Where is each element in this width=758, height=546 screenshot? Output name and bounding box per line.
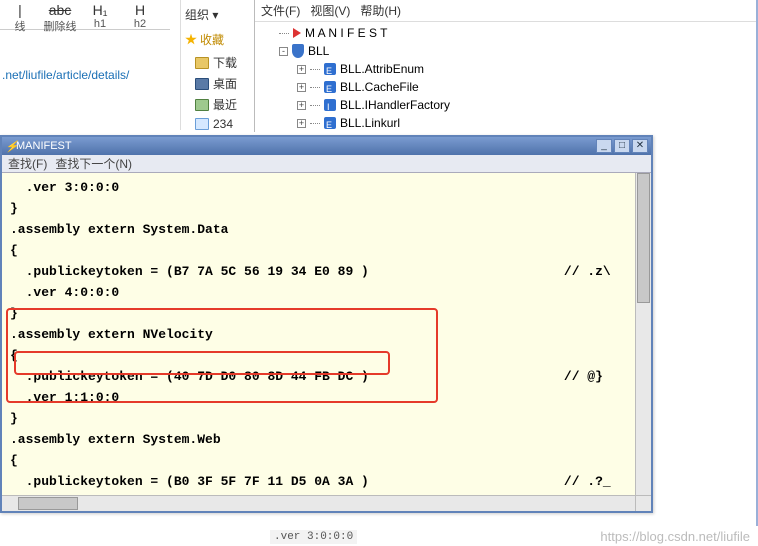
- recent-icon: [195, 99, 209, 111]
- scroll-thumb[interactable]: [18, 497, 78, 510]
- assembly-tree: M A N I F E S T - BLL + BLL.AttribEnum +…: [255, 22, 758, 152]
- find-next-menu[interactable]: 查找下一个(N): [55, 155, 132, 172]
- desktop-icon: [195, 78, 209, 90]
- ildasm-tree-panel: 文件(F) 视图(V) 帮助(H) M A N I F E S T - BLL …: [254, 0, 758, 132]
- tree-node[interactable]: + BLL.IHandlerFactory: [261, 96, 758, 114]
- enum-icon: [324, 63, 336, 75]
- manifest-window: ⚡ MANIFEST _ □ ✕ 查找(F) 查找下一个(N) .ver 3:0…: [0, 135, 653, 513]
- toolbar-cell-strikethrough[interactable]: abc 删除线: [40, 0, 80, 34]
- folder-icon: [195, 118, 209, 130]
- favorites-label: 收藏: [200, 31, 224, 48]
- toolbar-cell-h2[interactable]: H h2: [120, 0, 160, 30]
- close-button[interactable]: ✕: [632, 139, 648, 153]
- favorites-item-desktop[interactable]: 桌面: [181, 73, 250, 94]
- menu-help[interactable]: 帮助(H): [360, 2, 401, 19]
- favorites-item-234[interactable]: 234: [181, 115, 250, 133]
- namespace-icon: [292, 44, 304, 58]
- star-icon: [185, 34, 197, 46]
- favorites-item-recent[interactable]: 最近: [181, 94, 250, 115]
- toolbar-cell-h1[interactable]: H₁ h1: [80, 0, 120, 30]
- code-viewport[interactable]: .ver 3:0:0:0 } .assembly extern System.D…: [2, 173, 651, 495]
- menu-file[interactable]: 文件(F): [261, 2, 300, 19]
- manifest-icon: [293, 28, 301, 38]
- class-icon: [324, 117, 336, 129]
- expand-icon[interactable]: +: [297, 101, 306, 110]
- expand-icon[interactable]: +: [297, 119, 306, 128]
- find-bar: 查找(F) 查找下一个(N): [2, 155, 651, 173]
- class-icon: [324, 81, 336, 93]
- status-version: .ver 3:0:0:0: [270, 530, 357, 544]
- scroll-thumb[interactable]: [637, 173, 650, 303]
- expand-icon[interactable]: +: [297, 83, 306, 92]
- collapse-icon[interactable]: -: [279, 47, 288, 56]
- maximize-button[interactable]: □: [614, 139, 630, 153]
- menubar: 文件(F) 视图(V) 帮助(H): [255, 0, 758, 22]
- organize-panel: 组织 ▾ 收藏 下载 桌面 最近 234: [180, 0, 250, 130]
- tree-node[interactable]: + BLL.CacheFile: [261, 78, 758, 96]
- scroll-corner: [635, 495, 651, 511]
- titlebar[interactable]: ⚡ MANIFEST _ □ ✕: [2, 137, 651, 155]
- organize-dropdown[interactable]: 组织 ▾: [181, 4, 250, 25]
- bolt-icon: ⚡: [5, 140, 13, 153]
- find-menu[interactable]: 查找(F): [8, 155, 47, 172]
- folder-icon: [195, 57, 209, 69]
- favorites-item-downloads[interactable]: 下载: [181, 52, 250, 73]
- tree-node-manifest[interactable]: M A N I F E S T: [261, 24, 758, 42]
- tree-node-bll[interactable]: - BLL: [261, 42, 758, 60]
- menu-view[interactable]: 视图(V): [310, 2, 350, 19]
- expand-icon[interactable]: +: [297, 65, 306, 74]
- tree-node[interactable]: + BLL.AttribEnum: [261, 60, 758, 78]
- il-code: .ver 3:0:0:0 } .assembly extern System.D…: [2, 173, 651, 495]
- format-toolbar: | 线 abc 删除线 H₁ h1 H h2: [0, 0, 170, 30]
- interface-icon: [324, 99, 336, 111]
- favorites-header[interactable]: 收藏: [181, 25, 250, 52]
- watermark: https://blog.csdn.net/liufile: [600, 529, 750, 544]
- tree-node[interactable]: + BLL.Linkurl: [261, 114, 758, 132]
- horizontal-scrollbar[interactable]: [2, 495, 635, 511]
- toolbar-cell[interactable]: | 线: [0, 0, 40, 34]
- article-url-fragment[interactable]: .net/liufile/article/details/: [0, 68, 129, 82]
- vertical-scrollbar[interactable]: [635, 173, 651, 495]
- window-title: MANIFEST: [16, 140, 72, 152]
- minimize-button[interactable]: _: [596, 139, 612, 153]
